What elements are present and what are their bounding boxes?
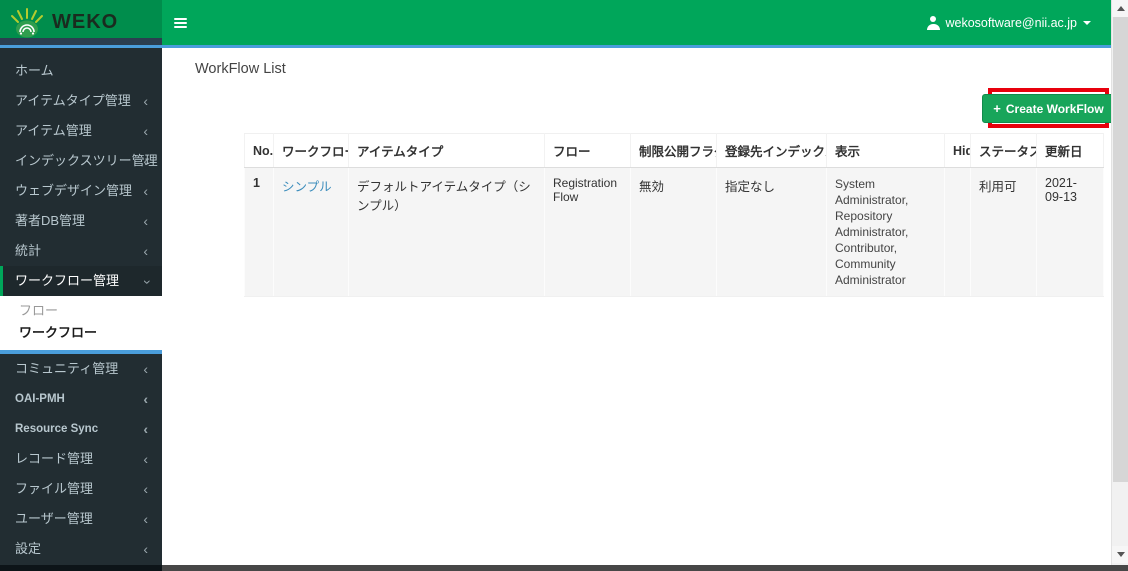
cell-no: 1 <box>244 167 274 297</box>
sidebar-item-resource-sync[interactable]: Resource Sync ‹ <box>0 414 162 444</box>
chevron-left-icon: ‹ <box>143 421 148 437</box>
annotation-highlight: + Create WorkFlow <box>982 88 1115 128</box>
sidebar-item-record-management[interactable]: レコード管理 ‹ <box>0 444 162 474</box>
sidebar-item-author-db-management[interactable]: 著者DB管理 ‹ <box>0 206 162 236</box>
sidebar-nav: ホーム アイテムタイプ管理 ‹ アイテム管理 ‹ インデックスツリー管理 ‹ ウェブデザイン管… <box>0 48 162 565</box>
sidebar-item-user-management[interactable]: ユーザー管理 ‹ <box>0 504 162 534</box>
sidebar-item-label: 統計 <box>15 243 42 258</box>
column-header: No. <box>244 133 274 168</box>
workflow-link[interactable]: シンプル <box>282 180 332 194</box>
user-account-menu[interactable]: wekosoftware@nii.ac.jp <box>917 0 1102 45</box>
sidebar-toggle-icon[interactable] <box>172 14 190 30</box>
display-role-line: Contributor, <box>835 241 898 255</box>
create-workflow-button[interactable]: + Create WorkFlow <box>982 93 1115 123</box>
sidebar-item-file-management[interactable]: ファイル管理 ‹ <box>0 474 162 504</box>
sidebar-item-label: ワークフロー管理 <box>15 273 120 288</box>
scrollbar-thumb[interactable] <box>1113 17 1128 482</box>
sidebar-item-web-design-management[interactable]: ウェブデザイン管理 ‹ <box>0 176 162 206</box>
sidebar-item-label: ファイル管理 <box>15 481 94 496</box>
chevron-down-icon <box>1083 20 1091 25</box>
column-header: Hide <box>944 133 971 168</box>
column-header: 制限公開フラグ <box>630 133 717 168</box>
sidebar-item-label: インデックスツリー管理 <box>15 153 158 168</box>
sidebar-item-label: Resource Sync <box>15 423 99 435</box>
sidebar-item-label: 設定 <box>15 541 42 556</box>
page-title: WorkFlow List <box>195 61 286 77</box>
chevron-left-icon: ‹ <box>143 511 148 527</box>
workflow-table: No.ワークフローアイテムタイプフロー制限公開フラグ登録先インデックス表示Hid… <box>244 133 1104 297</box>
column-header: フロー <box>544 133 631 168</box>
cell-workflow: シンプル <box>273 167 349 297</box>
top-navbar: WEKO wekosoftware@nii.ac.jp <box>0 0 1111 45</box>
sidebar-item-label: ホーム <box>15 63 54 78</box>
cell-item-type: デフォルトアイテムタイプ（シンプル） <box>348 167 545 297</box>
table-header-row: No.ワークフローアイテムタイプフロー制限公開フラグ登録先インデックス表示Hid… <box>244 133 1104 168</box>
column-header: ワークフロー <box>273 133 349 168</box>
sidebar-item-label: ユーザー管理 <box>15 511 93 526</box>
sidebar-item-label: OAI-PMH <box>15 393 65 405</box>
column-header: 表示 <box>826 133 945 168</box>
weko-logo-icon <box>11 7 43 37</box>
submenu-item-flow[interactable]: フロー <box>0 300 162 322</box>
chevron-left-icon: ‹ <box>143 451 148 467</box>
sidebar-item-community-management[interactable]: コミュニティ管理 ‹ <box>0 354 162 384</box>
chevron-left-icon: ‹ <box>143 541 148 557</box>
chevron-down-icon: ‹ <box>137 279 154 285</box>
sidebar-item-label: レコード管理 <box>15 451 94 466</box>
display-role-line: Community Administrator <box>835 257 906 287</box>
table-row: 1 シンプル デフォルトアイテムタイプ（シンプル） Registration Flow… <box>244 167 1104 297</box>
sidebar-item-settings[interactable]: 設定 ‹ <box>0 534 162 564</box>
sidebar-item-home[interactable]: ホーム <box>0 56 162 86</box>
chevron-left-icon: ‹ <box>143 243 148 259</box>
vertical-scrollbar[interactable] <box>1111 0 1128 571</box>
sidebar-item-item-management[interactable]: アイテム管理 ‹ <box>0 116 162 146</box>
scroll-up-icon[interactable] <box>1112 0 1128 17</box>
table-body: 1 シンプル デフォルトアイテムタイプ（シンプル） Registration Flow… <box>244 167 1104 297</box>
cell-status: 利用可 <box>970 167 1037 297</box>
brand-logo[interactable]: WEKO <box>0 0 162 45</box>
sidebar-item-label: アイテムタイプ管理 <box>15 93 131 108</box>
chevron-left-icon: ‹ <box>143 183 148 199</box>
chevron-left-icon: ‹ <box>143 93 148 109</box>
column-header: 更新日 <box>1036 133 1104 168</box>
display-role-line: System Administrator, <box>835 177 909 207</box>
display-role-line: Repository Administrator, <box>835 209 909 239</box>
cell-display-roles: System Administrator, Repository Administ… <box>826 167 945 297</box>
sidebar-item-label: ウェブデザイン管理 <box>15 183 133 198</box>
cell-restricted-flag: 無効 <box>630 167 717 297</box>
plus-icon: + <box>993 100 1001 116</box>
submenu-item-workflow[interactable]: ワークフロー <box>0 322 162 344</box>
sidebar-item-statistics[interactable]: 統計 ‹ <box>0 236 162 266</box>
column-header: 登録先インデックス <box>716 133 827 168</box>
chevron-left-icon: ‹ <box>143 153 148 169</box>
column-header: ステータス <box>970 133 1037 168</box>
app-window: WEKO wekosoftware@nii.ac.jp ホームアイテムタイプ管理… <box>0 0 1115 571</box>
sidebar-item-index-tree-management[interactable]: インデックスツリー管理 ‹ <box>0 146 162 176</box>
user-icon <box>926 16 940 30</box>
sidebar-item-label: アイテム管理 <box>15 123 92 138</box>
sidebar-item-oai-pmh[interactable]: OAI-PMH ‹ <box>0 384 162 414</box>
user-email: wekosoftware@nii.ac.jp <box>945 15 1078 30</box>
chevron-left-icon: ‹ <box>143 213 148 229</box>
main-content: WorkFlow List +Create WorkFlow No.ワークフロー… <box>162 48 1115 565</box>
window-bottom-edge <box>0 565 1128 571</box>
chevron-left-icon: ‹ <box>143 481 148 497</box>
brand-title: WEKO <box>52 11 119 33</box>
cell-updated: 2021-09-13 <box>1036 167 1104 297</box>
sidebar-item-label: 著者DB管理 <box>15 213 86 228</box>
cell-hide <box>944 167 971 297</box>
sidebar-item-item-type-management[interactable]: アイテムタイプ管理 ‹ <box>0 86 162 116</box>
cell-registration-index: 指定なし <box>716 167 827 297</box>
sidebar-item-label: コミュニティ管理 <box>15 361 119 376</box>
chevron-left-icon: ‹ <box>143 361 148 377</box>
chevron-left-icon: ‹ <box>143 391 148 407</box>
scroll-down-icon[interactable] <box>1112 546 1128 563</box>
chevron-left-icon: ‹ <box>143 123 148 139</box>
column-header: アイテムタイプ <box>348 133 545 168</box>
sidebar-submenu: フロー ワークフロー <box>0 296 162 350</box>
sidebar-item-workflow-management[interactable]: ワークフロー管理 ‹ <box>0 266 162 296</box>
cell-flow: Registration Flow <box>544 167 631 297</box>
